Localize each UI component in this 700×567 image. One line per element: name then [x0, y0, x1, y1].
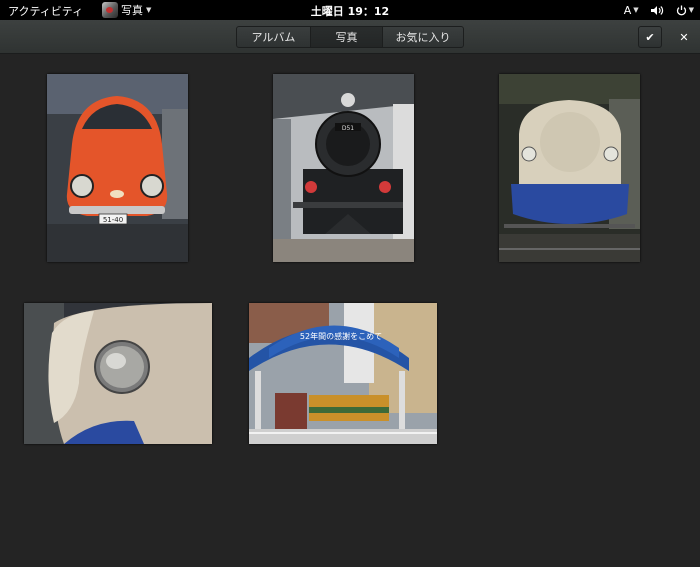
- photo-thumbnail-shinkansen-front[interactable]: [499, 74, 640, 262]
- photo-thumbnail-orange-car[interactable]: 51-40: [47, 74, 188, 262]
- header-bar: アルバム 写真 お気に入り ✔ ✕: [0, 20, 700, 54]
- photo-thumbnail-exhibition-gate[interactable]: 52年間の感謝をこめて: [249, 303, 437, 444]
- top-bar: アクティビティ 写真 ▼ 土曜日 19：12 A ▼ ▼: [0, 0, 700, 20]
- tab-albums[interactable]: アルバム: [237, 27, 311, 47]
- view-switcher: アルバム 写真 お気に入り: [236, 26, 464, 48]
- volume-icon[interactable]: [650, 5, 664, 16]
- system-tray: A ▼ ▼: [624, 0, 694, 20]
- license-plate-text: 51-40: [103, 216, 123, 224]
- photo-thumbnail-steam-locomotive[interactable]: D51: [273, 74, 414, 262]
- power-icon: [676, 5, 686, 15]
- photo-thumbnail-shinkansen-nose[interactable]: [24, 303, 212, 444]
- chevron-down-icon: ▼: [688, 6, 694, 14]
- input-method-label: A: [623, 3, 632, 17]
- clock[interactable]: 土曜日 19：12: [0, 3, 700, 19]
- close-button[interactable]: ✕: [672, 26, 696, 48]
- input-method-indicator[interactable]: A ▼: [624, 4, 639, 17]
- chevron-down-icon: ▼: [633, 6, 639, 14]
- selection-mode-button[interactable]: ✔: [638, 26, 662, 48]
- checkmark-icon: ✔: [645, 30, 655, 44]
- close-icon: ✕: [679, 30, 689, 44]
- tab-photos[interactable]: 写真: [311, 27, 383, 47]
- locomotive-number-text: D51: [342, 125, 354, 132]
- tab-favorites[interactable]: お気に入り: [383, 27, 463, 47]
- gate-banner-text: 52年間の感謝をこめて: [300, 331, 382, 341]
- power-menu[interactable]: ▼: [676, 5, 694, 16]
